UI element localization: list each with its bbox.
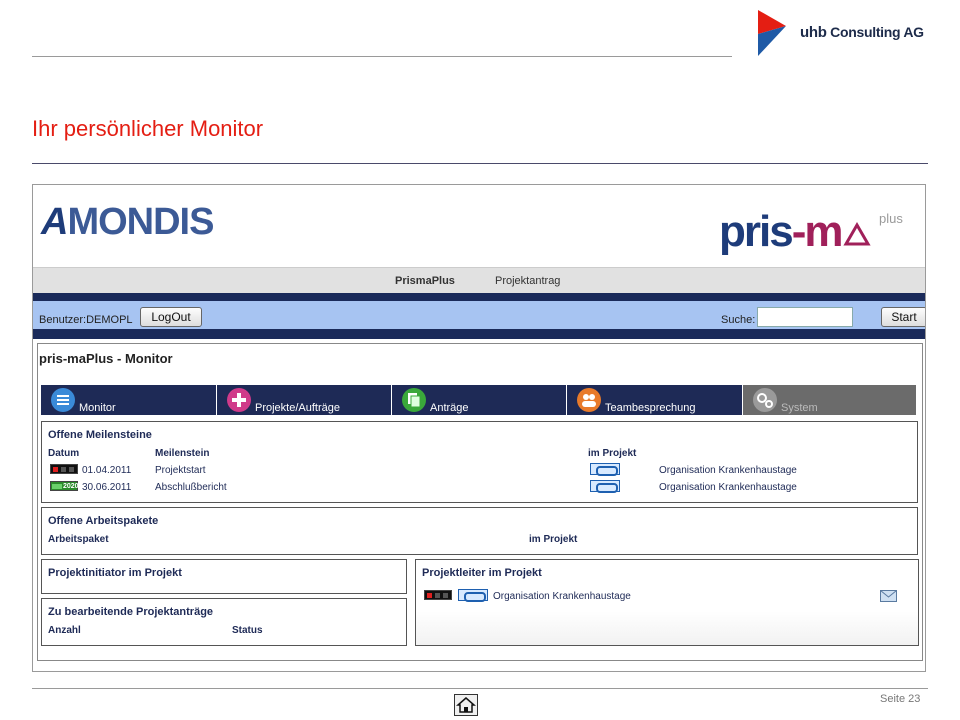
amondis-logo-rest: MONDIS [67,201,214,243]
user-label: Benutzer:DEMOPL [39,314,133,326]
tab-antraege[interactable]: Anträge [392,385,567,415]
tab-projekte-label: Projekte/Aufträge [255,402,340,414]
work-packages-title: Offene Arbeitspakete [48,515,159,527]
uhb-logo-rest: Consulting AG [826,24,924,40]
milestones-title: Offene Meilensteine [48,429,152,441]
prisma-logo: pris-m [719,207,872,257]
gears-icon [753,388,777,412]
tab-teambesprechung[interactable]: Teambesprechung [567,385,743,415]
status-traffic-light-icon [50,464,78,474]
milestones-header-project: im Projekt [588,448,637,459]
tab-system-label: System [781,402,818,414]
prisma-logo-plus: plus [879,211,903,226]
top-divider [32,56,732,57]
status-2020-label: 2020 [63,483,79,490]
start-search-button[interactable]: Start [881,307,925,327]
panel-work-packages: Offene Arbeitspakete Arbeitspaket im Pro… [41,507,918,555]
project-link-icon[interactable] [590,480,620,493]
milestone-name: Projektstart [155,465,206,476]
list-icon [51,388,75,412]
main-menu-bar: PrismaPlus Projektantrag [33,267,925,293]
footer-divider [32,688,928,689]
search-label: Suche: [721,314,756,326]
panel-proposals: Zu bearbeitende Projektanträge Anzahl St… [41,598,407,646]
menu-item-prismaplus[interactable]: PrismaPlus [395,275,455,287]
slide-title: Ihr persönlicher Monitor [32,116,264,141]
uhb-logo-strong: uhb [800,24,827,41]
proposals-title: Zu bearbeitende Projektanträge [48,606,214,618]
work-packages-header-project: im Projekt [529,534,578,545]
people-icon [577,388,601,412]
milestones-header-milestone: Meilenstein [155,448,210,459]
milestone-date: 01.04.2011 [82,465,132,476]
prisma-triangle-icon [843,222,872,246]
prisma-logo-m: m [804,207,843,256]
project-lead-project[interactable]: Organisation Krankenhaustage [493,591,631,602]
uhb-logo-text: uhb Consulting AG [800,24,924,41]
milestones-header-date: Datum [48,448,80,459]
home-button[interactable] [454,694,478,716]
tab-monitor[interactable]: Monitor [41,385,217,415]
tab-system[interactable]: System [743,385,917,415]
project-link-icon[interactable] [590,463,620,476]
user-bar: Benutzer:DEMOPL LogOut Suche: Start [33,301,925,329]
tab-teambesprechung-label: Teambesprechung [605,402,696,414]
page-number: Seite 23 [880,693,921,705]
tab-monitor-label: Monitor [79,402,116,414]
status-traffic-light-icon [424,590,452,600]
home-icon [456,697,476,713]
prisma-logo-pris: pris [719,207,794,256]
initiator-title: Projektinitiator im Projekt [48,567,182,579]
uhb-triangles-icon [758,10,786,56]
milestone-date: 30.06.2011 [82,482,132,493]
mail-icon[interactable] [880,590,897,602]
milestone-project[interactable]: Organisation Krankenhaustage [659,482,797,493]
tab-projekte[interactable]: Projekte/Aufträge [217,385,392,415]
logout-button[interactable]: LogOut [140,307,202,327]
panel-milestones: Offene Meilensteine Datum Meilenstein im… [41,421,918,503]
prisma-logo-dash: - [791,207,807,256]
panel-project-lead: Projektleiter im Projekt Organisation Kr… [415,559,919,646]
search-input[interactable] [757,307,853,327]
user-bar-divider [33,329,925,339]
plus-icon [227,388,251,412]
work-packages-header-package: Arbeitspaket [48,534,109,545]
documents-icon [402,388,426,412]
proposals-header-status: Status [232,625,263,636]
menu-item-projektantrag[interactable]: Projektantrag [495,275,560,287]
tab-antraege-label: Anträge [430,402,469,414]
milestone-project[interactable]: Organisation Krankenhaustage [659,465,797,476]
menu-divider-bar [33,293,925,301]
title-divider [32,163,928,164]
project-lead-title: Projektleiter im Projekt [422,567,542,579]
proposals-header-count: Anzahl [48,625,81,636]
project-link-icon[interactable] [458,589,488,602]
monitor-title: pris-maPlus - Monitor [39,351,173,366]
amondis-logo-a: A [41,201,68,243]
milestone-name: Abschlußbericht [155,482,227,493]
app-window: AMONDIS pris-m plus PrismaPlus Projektan… [32,184,926,672]
status-2020-icon: 2020 [50,481,79,491]
panel-initiator: Projektinitiator im Projekt [41,559,407,594]
amondis-logo: AMONDIS [41,201,214,244]
